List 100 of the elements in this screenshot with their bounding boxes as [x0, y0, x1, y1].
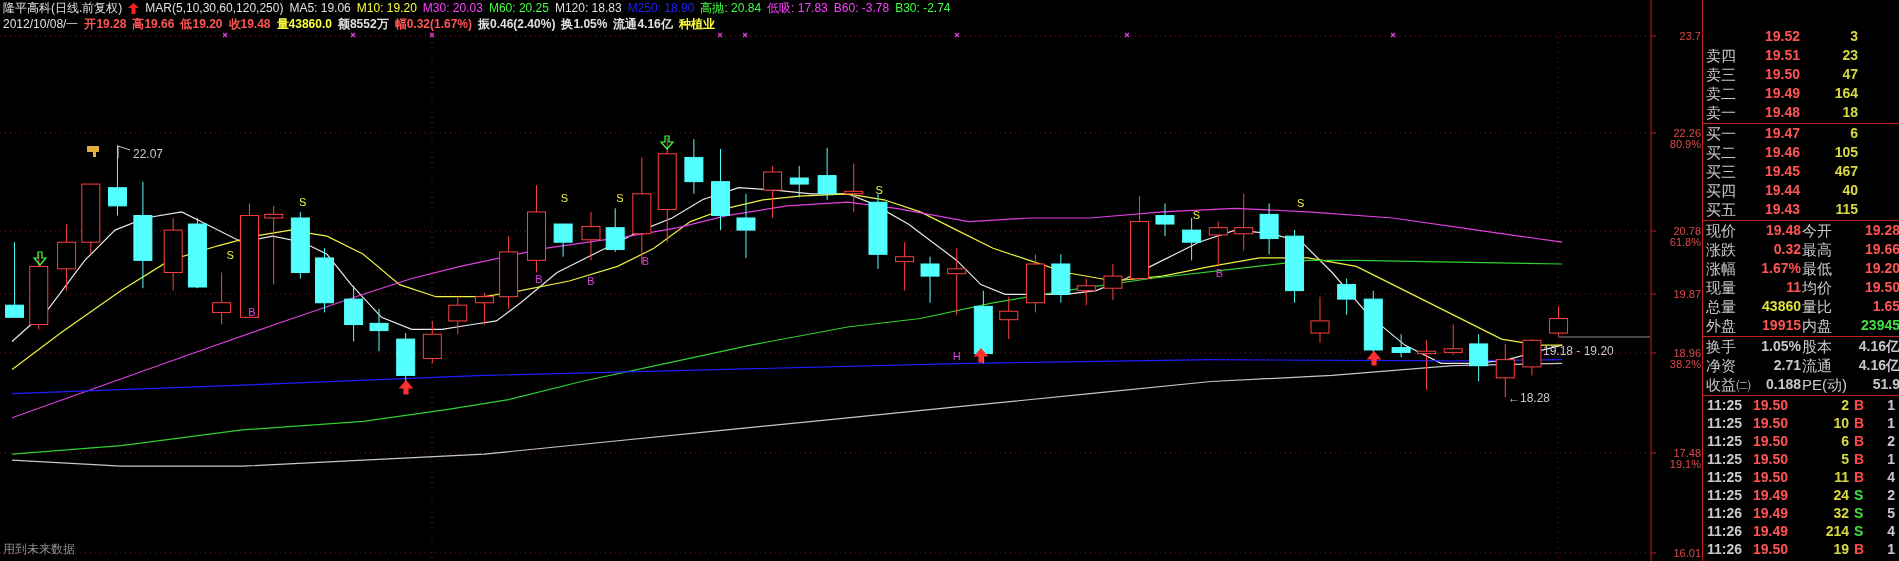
order-price: 19.43: [1763, 200, 1800, 219]
indicator-value: 低吸: 17.83: [767, 0, 828, 17]
signal-label: S: [560, 192, 568, 205]
trade-time: 11:26: [1707, 522, 1744, 540]
quote-label: 量比: [1802, 297, 1833, 316]
quote-value: 0.188: [1764, 375, 1801, 394]
bar-field: 高19.66: [132, 15, 175, 33]
indicator-value: M60: 20.25: [488, 1, 549, 15]
trade-time: 11:25: [1707, 450, 1744, 468]
trade-side: S: [1853, 486, 1865, 504]
indicator-value: B60: -3.78: [833, 1, 890, 15]
candlestick: [844, 163, 864, 213]
candlestick: [290, 211, 310, 280]
order-volume: 47: [1841, 65, 1858, 84]
candlestick: [1051, 253, 1071, 304]
signal-label: B: [1215, 267, 1224, 280]
indicator-value: B30: -2.74: [895, 1, 951, 15]
quote-label: 最高: [1802, 240, 1833, 259]
price-annotation: ←18.28: [1508, 391, 1551, 405]
candlestick: [1182, 217, 1202, 261]
indicator-value: M250: 18.90: [627, 1, 695, 15]
order-volume: 164: [1833, 84, 1858, 103]
signal-label: S: [875, 183, 883, 196]
quote-value: 2.71: [1772, 356, 1801, 375]
quote-value: 43860: [1761, 297, 1801, 316]
bar-field: 低19.20: [180, 15, 223, 33]
trade-time: 11:26: [1707, 540, 1744, 558]
price-annotation: 19.18 - 19.20: [1543, 344, 1614, 358]
down-arrow-icon: [32, 251, 48, 266]
indicator-value: M30: 20.03: [422, 1, 483, 15]
indicator-value: M10: 19.20: [356, 1, 417, 15]
trade-time: 11:25: [1707, 468, 1744, 486]
quote-label: 最低: [1802, 259, 1833, 278]
order-level-label: 买一: [1706, 124, 1737, 143]
candlestick: [1025, 253, 1045, 313]
order-level-label: 卖二: [1706, 84, 1737, 103]
candlestick: [1469, 333, 1489, 382]
bar-field: 量43860.0: [276, 15, 332, 33]
signal-label: S: [616, 192, 624, 205]
trade-volume: 214: [1824, 522, 1849, 540]
order-price: 19.45: [1763, 162, 1800, 181]
candlestick: [920, 256, 940, 304]
candlestick: [581, 211, 601, 261]
candlestick: [344, 285, 364, 342]
quote-value: 0.32: [1772, 240, 1801, 259]
signal-label: B: [535, 273, 543, 286]
quote-label: 现量: [1706, 278, 1737, 297]
percent-tick-label: 19.1%: [1669, 458, 1701, 470]
order-volume: 23: [1841, 46, 1858, 65]
quote-label: 收益㈡: [1706, 375, 1750, 394]
quote-label: 股本: [1802, 337, 1833, 356]
order-price: 19.52: [1763, 27, 1800, 46]
order-volume: 18: [1841, 103, 1858, 122]
trade-side: B: [1853, 540, 1866, 558]
percent-tick-label: 38.2%: [1669, 358, 1701, 370]
order-volume: 467: [1833, 162, 1858, 181]
signal-label: H: [952, 349, 961, 362]
candlestick: [736, 193, 756, 259]
order-level-label: 买三: [1706, 162, 1737, 181]
up-arrow-icon: [398, 380, 414, 395]
quote-label: 涨幅: [1706, 259, 1737, 278]
indicator-value: MA5: 19.06: [289, 1, 351, 15]
indicator-name: MAR(5,10,30,60,120,250): [145, 1, 284, 15]
trade-count: 4: [1886, 468, 1895, 486]
up-arrow-icon: [1366, 351, 1382, 366]
trade-price: 19.50: [1753, 396, 1790, 414]
trade-price: 19.50: [1753, 450, 1790, 468]
trade-count: 2: [1886, 486, 1895, 504]
candlestick: [187, 217, 207, 289]
quote-value: 1.65: [1871, 297, 1899, 316]
candlestick: [1259, 202, 1279, 255]
trade-count: 5: [1886, 504, 1895, 522]
candlestick: [1417, 339, 1437, 391]
trade-time: 11:25: [1707, 414, 1744, 432]
candlestick: [1234, 193, 1254, 252]
price-tick-label: 19.87: [1673, 288, 1701, 300]
order-price: 19.47: [1763, 124, 1800, 143]
signal-label: S: [1296, 197, 1305, 210]
trade-price: 19.49: [1753, 504, 1790, 522]
quote-label: 总量: [1706, 297, 1737, 316]
quote-label: 现价: [1706, 221, 1737, 240]
signal-label: S: [226, 249, 234, 262]
price-tick-label: 20.78: [1673, 225, 1701, 237]
trade-count: 1: [1886, 450, 1895, 468]
candlestick: [763, 165, 783, 219]
order-price: 19.51: [1763, 46, 1800, 65]
candlestick: [1549, 305, 1569, 338]
quote-value: 1.05%: [1760, 337, 1801, 356]
quote-label: 今开: [1802, 221, 1833, 240]
trade-time: 11:25: [1707, 396, 1744, 414]
trade-side: B: [1853, 414, 1866, 432]
up-arrow-icon: [973, 348, 989, 363]
quote-label: 内盘: [1802, 316, 1833, 335]
trade-volume: 2: [1840, 396, 1849, 414]
quote-value: 19.50: [1863, 278, 1899, 297]
trade-price: 19.50: [1753, 468, 1790, 486]
trade-time: 11:25: [1707, 486, 1744, 504]
signal-label: B: [641, 255, 650, 268]
trade-price: 19.49: [1753, 486, 1790, 504]
candlestick: [1391, 333, 1411, 358]
